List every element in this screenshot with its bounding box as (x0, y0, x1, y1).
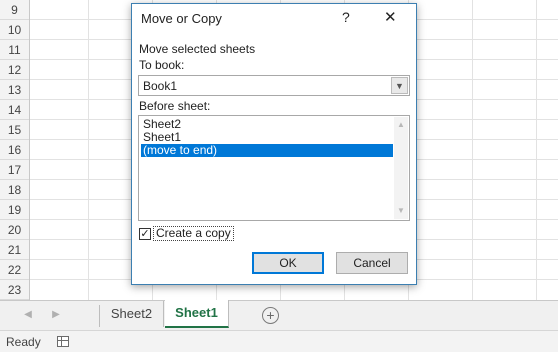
ok-button[interactable]: OK (252, 252, 324, 274)
create-copy-label[interactable]: Create a copy (153, 226, 234, 241)
move-or-copy-dialog: Move or Copy ? ✕ Move selected sheets To… (131, 3, 417, 285)
scroll-tabs-left-icon[interactable]: ◀ (22, 309, 34, 321)
listbox-scrollbar[interactable]: ▲ ▼ (394, 117, 408, 219)
row-header[interactable]: 20 (0, 220, 29, 240)
create-copy-checkbox[interactable]: ✓ (139, 228, 151, 240)
chevron-down-icon[interactable]: ▼ (391, 77, 408, 94)
to-book-value: Book1 (143, 79, 178, 93)
row-header[interactable]: 9 (0, 0, 29, 20)
scroll-up-icon[interactable]: ▲ (395, 119, 407, 131)
dialog-title: Move or Copy (141, 11, 222, 26)
row-header[interactable]: 22 (0, 260, 29, 280)
instruction-label: Move selected sheets (139, 42, 256, 56)
close-icon[interactable]: ✕ (384, 8, 397, 26)
to-book-label: To book: (139, 58, 185, 72)
add-sheet-icon[interactable]: + (262, 307, 279, 324)
row-header[interactable]: 23 (0, 280, 29, 300)
macro-recording-icon[interactable] (57, 336, 69, 347)
row-header[interactable]: 18 (0, 180, 29, 200)
row-header[interactable]: 17 (0, 160, 29, 180)
row-headers: 9 10 11 12 13 14 15 16 17 18 19 20 21 22… (0, 0, 30, 300)
sheet-tabs-bar: ◀ ▶ Sheet2 Sheet1 + (0, 300, 558, 330)
list-item-move-to-end[interactable]: (move to end) (141, 144, 393, 157)
row-header[interactable]: 21 (0, 240, 29, 260)
sheet-tab-sheet2[interactable]: Sheet2 (100, 301, 164, 327)
row-header[interactable]: 12 (0, 60, 29, 80)
before-sheet-listbox[interactable]: Sheet2 Sheet1 (move to end) ▲ ▼ (138, 115, 410, 221)
scroll-down-icon[interactable]: ▼ (395, 205, 407, 217)
column-gridline (88, 0, 89, 300)
help-icon[interactable]: ? (342, 9, 350, 25)
column-gridline (536, 0, 537, 300)
row-header[interactable]: 11 (0, 40, 29, 60)
row-header[interactable]: 10 (0, 20, 29, 40)
status-ready: Ready (6, 335, 41, 349)
before-sheet-label: Before sheet: (139, 99, 211, 113)
status-bar: Ready (0, 330, 558, 352)
column-gridline (472, 0, 473, 300)
cancel-button[interactable]: Cancel (336, 252, 408, 274)
row-header[interactable]: 19 (0, 200, 29, 220)
row-header[interactable]: 15 (0, 120, 29, 140)
row-header[interactable]: 14 (0, 100, 29, 120)
sheet-tab-sheet1[interactable]: Sheet1 (165, 300, 229, 328)
row-header[interactable]: 16 (0, 140, 29, 160)
scroll-tabs-right-icon[interactable]: ▶ (50, 309, 62, 321)
to-book-dropdown[interactable]: Book1 ▼ (138, 75, 410, 96)
row-header[interactable]: 13 (0, 80, 29, 100)
